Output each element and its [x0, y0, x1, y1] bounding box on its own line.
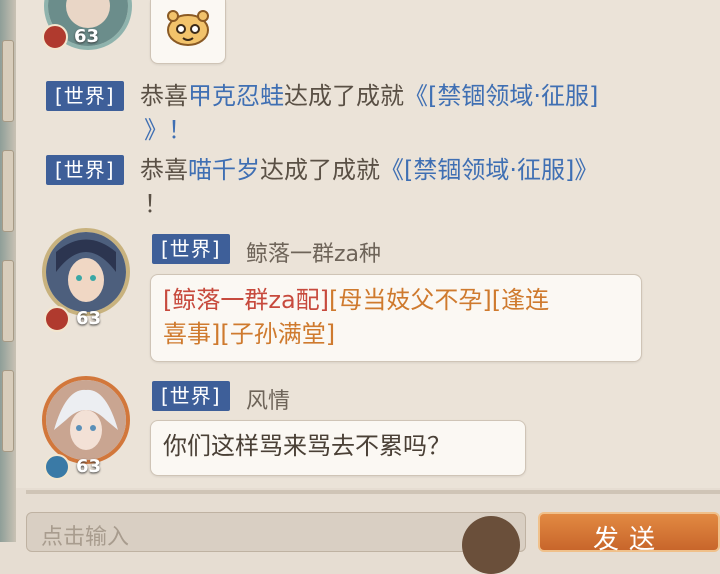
message-prefix: 恭喜	[140, 156, 188, 184]
title-tag: [子孙满堂]	[220, 320, 336, 348]
achievement-link-end[interactable]: 》！	[144, 116, 192, 144]
system-message: 恭喜喵千岁达成了成就《[禁锢领域·征服]》	[140, 154, 700, 186]
level-label: 63	[74, 26, 100, 47]
message-mid: 达成了成就	[284, 82, 404, 110]
level-label: 63	[76, 308, 102, 329]
chat-input[interactable]: 点击输入	[26, 512, 526, 552]
level-label: 63	[76, 456, 102, 477]
achievement-link[interactable]: 《[禁锢领域·征服]	[404, 82, 598, 110]
emoji-button[interactable]	[462, 516, 520, 574]
system-message: 恭喜甲克忍蛙达成了成就《[禁锢领域·征服]	[140, 80, 700, 112]
class-badge-icon	[44, 454, 70, 480]
sender-name[interactable]: 鲸落一群za种	[246, 236, 381, 268]
channel-tag: [世界]	[46, 81, 124, 111]
channel-tag: [世界]	[152, 234, 230, 264]
channel-tag: [世界]	[152, 381, 230, 411]
avatar[interactable]	[42, 228, 130, 316]
class-badge-icon	[42, 24, 68, 50]
title-tag: [逢连	[491, 286, 550, 314]
rail-tab[interactable]	[2, 260, 14, 342]
system-message-wrap: 》！	[144, 114, 192, 146]
message-bubble[interactable]: [鲸落一群za配][母当妓父不孕][逢连喜事][子孙满堂]	[150, 274, 642, 362]
chat-message-list[interactable]: 63 [世界] 恭喜甲克忍蛙达成了成就《[禁锢领域·征服] 》！ [世界] 恭喜…	[16, 0, 720, 488]
rail-tab[interactable]	[2, 40, 14, 122]
title-tag: [鲸落一群za配]	[163, 286, 330, 314]
rail-tab[interactable]	[2, 150, 14, 232]
send-button[interactable]: 发送	[538, 512, 720, 555]
message-mid: 达成了成就	[260, 156, 380, 184]
rail-tab[interactable]	[2, 370, 14, 452]
message-bubble[interactable]: 你们这样骂来骂去不累吗？	[150, 420, 526, 476]
sender-name[interactable]: 风情	[246, 383, 290, 415]
avatar[interactable]	[42, 376, 130, 464]
message-prefix: 恭喜	[140, 82, 188, 110]
sticker-bubble[interactable]	[150, 0, 226, 64]
title-tag: [母当妓父不孕]	[329, 286, 492, 314]
left-side-rail	[0, 0, 16, 542]
achievement-link[interactable]: 《[禁锢领域·征服]》	[380, 156, 598, 184]
system-message-wrap: ！	[144, 190, 168, 218]
player-link[interactable]: 喵千岁	[188, 156, 260, 184]
title-tag: 喜事]	[163, 320, 221, 348]
class-badge-icon	[44, 306, 70, 332]
channel-tag: [世界]	[46, 155, 124, 185]
player-link[interactable]: 甲克忍蛙	[188, 82, 284, 110]
hamster-face-sticker-icon	[167, 10, 209, 46]
chat-divider	[26, 490, 720, 494]
